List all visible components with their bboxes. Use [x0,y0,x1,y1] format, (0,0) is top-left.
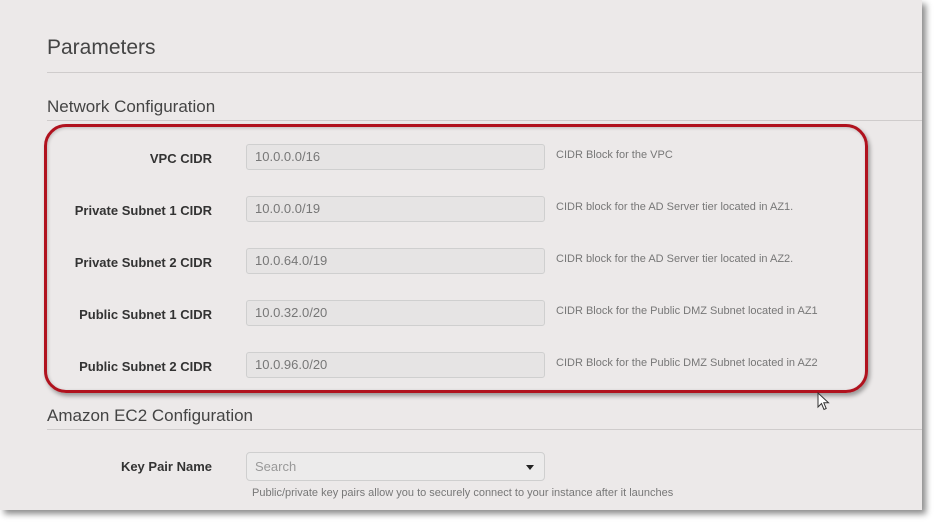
private-subnet-1-input[interactable]: 10.0.0.0/19 [246,196,545,222]
key-pair-select[interactable]: Search [246,452,545,481]
public-subnet-1-input[interactable]: 10.0.32.0/20 [246,300,545,326]
page-title: Parameters [47,36,156,59]
network-section-title: Network Configuration [47,97,216,116]
public-subnet-1-label: Public Subnet 1 CIDR [79,307,212,322]
private-subnet-1-help: CIDR block for the AD Server tier locate… [556,201,794,213]
chevron-down-icon[interactable] [526,465,534,470]
network-divider [47,120,922,121]
title-divider [47,72,922,73]
key-pair-placeholder: Search [255,459,297,474]
private-subnet-2-input[interactable]: 10.0.64.0/19 [246,248,545,274]
public-subnet-2-help: CIDR Block for the Public DMZ Subnet loc… [556,357,818,369]
public-subnet-2-input[interactable]: 10.0.96.0/20 [246,352,545,378]
ec2-divider [47,429,922,430]
key-pair-help: Public/private key pairs allow you to se… [252,487,674,499]
parameters-panel: Parameters Network Configuration VPC CID… [0,0,922,510]
ec2-section-title: Amazon EC2 Configuration [47,406,254,425]
public-subnet-1-help: CIDR Block for the Public DMZ Subnet loc… [556,305,818,317]
vpc-cidr-label: VPC CIDR [149,151,212,166]
key-pair-label: Key Pair Name [120,459,212,474]
vpc-cidr-help: CIDR Block for the VPC [556,149,673,161]
public-subnet-2-label: Public Subnet 2 CIDR [79,359,212,374]
mouse-cursor-icon [817,392,830,411]
private-subnet-2-help: CIDR block for the AD Server tier locate… [556,253,794,265]
vpc-cidr-input[interactable]: 10.0.0.0/16 [246,144,545,170]
private-subnet-1-label: Private Subnet 1 CIDR [74,203,212,218]
private-subnet-2-label: Private Subnet 2 CIDR [74,255,212,270]
